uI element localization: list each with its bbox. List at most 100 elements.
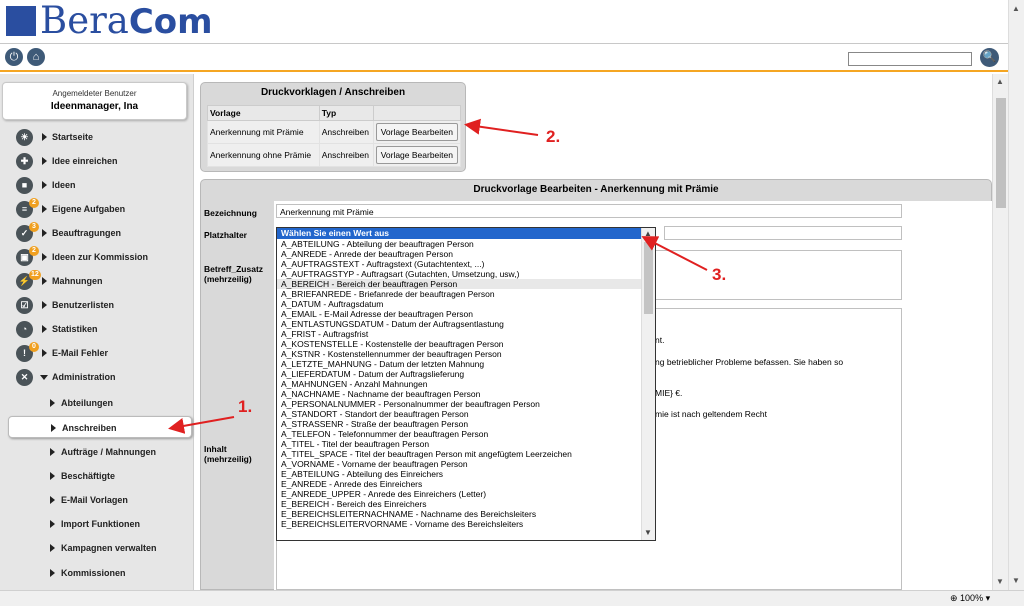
list-icon: ☑ bbox=[16, 297, 33, 314]
chevron-right-icon bbox=[42, 277, 47, 285]
dropdown-option[interactable]: E_BEREICHSLEITERVORNAME - Vorname des Be… bbox=[277, 519, 642, 529]
template-type: Anschreiben bbox=[318, 120, 374, 144]
sidebar-item-eigene-aufgaben[interactable]: ≡ 2 Eigene Aufgaben bbox=[0, 198, 194, 220]
toolbar: ⏻ ⌂ 🔍 bbox=[0, 44, 1008, 72]
placeholder-dropdown[interactable]: Wählen Sie einen Wert aus A_ABTEILUNG - … bbox=[276, 227, 656, 541]
dropdown-option[interactable]: A_TELEFON - Telefonnummer der beauftrage… bbox=[277, 429, 642, 439]
dropdown-option[interactable]: A_ENTLASTUNGSDATUM - Datum der Auftragse… bbox=[277, 319, 642, 329]
chevron-right-icon bbox=[42, 349, 47, 357]
sidebar-item-startseite[interactable]: ☀ Startseite bbox=[0, 126, 194, 148]
sidebar-item-label: Eigene Aufgaben bbox=[52, 204, 126, 214]
inhalt-label-line2: (mehrzeilig) bbox=[204, 454, 252, 464]
user-label: Angemeldeter Benutzer bbox=[52, 89, 137, 98]
dropdown-option[interactable]: E_ANREDE_UPPER - Anrede des Einreichers … bbox=[277, 489, 642, 499]
dropdown-option[interactable]: A_DATUM - Auftragsdatum bbox=[277, 299, 642, 309]
sidebar-item-email-fehler[interactable]: ! 0 E-Mail Fehler bbox=[0, 342, 194, 364]
scrollbar-thumb[interactable] bbox=[996, 98, 1006, 208]
sidebar-item-label: Import Funktionen bbox=[61, 519, 140, 529]
dropdown-option-list: A_ABTEILUNG - Abteilung der beauftragen … bbox=[277, 239, 655, 529]
logo: BeraCom bbox=[40, 1, 213, 43]
idea-icon: ✚ bbox=[16, 153, 33, 170]
search-input[interactable] bbox=[848, 52, 972, 66]
dropdown-option[interactable]: E_ANREDE - Anrede des Einreichers bbox=[277, 479, 642, 489]
sidebar-item-beauftragungen[interactable]: ✓ 3 Beauftragungen bbox=[0, 222, 194, 244]
chevron-down-icon[interactable]: ▼ bbox=[644, 528, 652, 537]
idea-icon: ☀ bbox=[16, 129, 33, 146]
dropdown-option[interactable]: A_TITEL - Titel der beauftragen Person bbox=[277, 439, 642, 449]
zoom-indicator[interactable]: ⊕ 100% ▾ bbox=[950, 593, 990, 604]
platzhalter-label: Platzhalter bbox=[204, 230, 247, 240]
dropdown-option[interactable]: E_BEREICH - Bereich des Einreichers bbox=[277, 499, 642, 509]
sidebar-subitem-email-vorlagen[interactable]: E-Mail Vorlagen bbox=[0, 489, 194, 511]
user-name: Ideenmanager, Ina bbox=[50, 101, 139, 112]
dropdown-option[interactable]: A_TITEL_SPACE - Titel der beauftragen Pe… bbox=[277, 449, 642, 459]
dropdown-option[interactable]: E_ABTEILUNG - Abteilung des Einreichers bbox=[277, 469, 642, 479]
dropdown-option[interactable]: A_PERSONALNUMMER - Personalnummer der be… bbox=[277, 399, 642, 409]
dropdown-option[interactable]: A_LETZTE_MAHNUNG - Datum der letzten Mah… bbox=[277, 359, 642, 369]
chevron-up-icon[interactable]: ▲ bbox=[644, 229, 652, 238]
dropdown-option[interactable]: A_MAHNUNGEN - Anzahl Mahnungen bbox=[277, 379, 642, 389]
bezeichnung-field[interactable]: Anerkennung mit Prämie bbox=[276, 204, 902, 218]
clock-icon: ◔ bbox=[16, 321, 33, 338]
dropdown-option[interactable]: A_ANREDE - Anrede der beauftragen Person bbox=[277, 249, 642, 259]
chevron-down-icon[interactable]: ▼ bbox=[996, 577, 1004, 586]
dropdown-option[interactable]: A_KOSTENSTELLE - Kostenstelle der beauft… bbox=[277, 339, 642, 349]
dropdown-option[interactable]: A_KSTNR - Kostenstellennummer der beauft… bbox=[277, 349, 642, 359]
scrollbar-thumb[interactable] bbox=[644, 242, 653, 314]
annotation-label-1: 1. bbox=[238, 397, 253, 416]
sidebar-subitem-kommissionen[interactable]: Kommissionen bbox=[0, 562, 194, 584]
count-badge: 3 bbox=[29, 222, 39, 232]
edit-template-button[interactable]: Vorlage Bearbeiten bbox=[375, 123, 458, 141]
sidebar-item-mahnungen[interactable]: ⚡ 12 Mahnungen bbox=[0, 270, 194, 292]
chevron-down-icon[interactable]: ▼ bbox=[1012, 576, 1020, 585]
dropdown-option[interactable]: A_STRASSENR - Straße der beauftragen Per… bbox=[277, 419, 642, 429]
chevron-right-icon bbox=[51, 424, 56, 432]
dropdown-option-selected[interactable]: Wählen Sie einen Wert aus bbox=[277, 228, 642, 239]
sidebar-item-ideen[interactable]: ■ Ideen bbox=[0, 174, 194, 196]
user-box: Angemeldeter Benutzer Ideenmanager, Ina bbox=[2, 82, 187, 120]
dropdown-option[interactable]: A_LIEFERDATUM - Datum der Auftragsliefer… bbox=[277, 369, 642, 379]
sidebar-subitem-anschreiben[interactable]: Anschreiben bbox=[8, 416, 192, 438]
window-scrollbar[interactable]: ▲ ▼ bbox=[1008, 0, 1024, 590]
dropdown-option[interactable]: A_AUFTRAGSTEXT - Auftragstext (Gutachten… bbox=[277, 259, 642, 269]
sidebar-item-statistiken[interactable]: ◔ Statistiken bbox=[0, 318, 194, 340]
sidebar-subitem-kampagnen-verwalten[interactable]: Kampagnen verwalten bbox=[0, 537, 194, 559]
status-bar: ⊕ 100% ▾ bbox=[0, 590, 1024, 606]
panel-title: Druckvorklagen / Anschreiben bbox=[260, 87, 406, 98]
chevron-down-icon bbox=[40, 375, 48, 380]
dropdown-option[interactable]: A_BEREICH - Bereich der beauftragen Pers… bbox=[277, 279, 642, 289]
search-icon[interactable]: 🔍 bbox=[980, 48, 999, 67]
chevron-up-icon[interactable]: ▲ bbox=[1012, 4, 1020, 13]
logo-square bbox=[6, 6, 36, 36]
dropdown-option[interactable]: E_BEREICHSLEITERNACHNAME - Nachname des … bbox=[277, 509, 642, 519]
sidebar-item-benutzerlisten[interactable]: ☑ Benutzerlisten bbox=[0, 294, 194, 316]
placeholder-insert-field[interactable] bbox=[664, 226, 902, 240]
templates-table: Vorlage Typ Anerkennung mit Prämie Ansch… bbox=[207, 105, 462, 167]
page-scrollbar[interactable]: ▲ ▼ bbox=[992, 74, 1008, 590]
dropdown-scrollbar[interactable]: ▲ ▼ bbox=[641, 228, 655, 540]
dropdown-option[interactable]: A_BRIEFANREDE - Briefanrede der beauftra… bbox=[277, 289, 642, 299]
edit-template-button[interactable]: Vorlage Bearbeiten bbox=[375, 146, 458, 164]
dropdown-option[interactable]: A_ABTEILUNG - Abteilung der beauftragen … bbox=[277, 239, 642, 249]
table-header-row: Vorlage Typ bbox=[207, 105, 462, 121]
home-icon[interactable]: ⌂ bbox=[27, 48, 45, 66]
dropdown-option[interactable]: A_STANDORT - Standort der beauftragen Pe… bbox=[277, 409, 642, 419]
sidebar-item-label: Startseite bbox=[52, 132, 94, 142]
sidebar-subitem-beschaeftigte[interactable]: Beschäftigte bbox=[0, 465, 194, 487]
dropdown-option[interactable]: A_FRIST - Auftragsfrist bbox=[277, 329, 642, 339]
chevron-right-icon bbox=[50, 520, 55, 528]
dropdown-option[interactable]: A_NACHNAME - Nachname der beauftragen Pe… bbox=[277, 389, 642, 399]
dropdown-option[interactable]: A_EMAIL - E-Mail Adresse der beauftragen… bbox=[277, 309, 642, 319]
sidebar-subitem-abteilungen[interactable]: Abteilungen bbox=[0, 392, 194, 414]
sidebar-item-idee-einreichen[interactable]: ✚ Idee einreichen bbox=[0, 150, 194, 172]
sidebar-subitem-auftraege-mahnungen[interactable]: Aufträge / Mahnungen bbox=[0, 441, 194, 463]
dropdown-option[interactable]: A_AUFTRAGSTYP - Auftragsart (Gutachten, … bbox=[277, 269, 642, 279]
chevron-right-icon bbox=[50, 399, 55, 407]
sidebar-item-label: Benutzerlisten bbox=[52, 300, 115, 310]
dropdown-option[interactable]: A_VORNAME - Vorname der beauftragen Pers… bbox=[277, 459, 642, 469]
power-icon[interactable]: ⏻ bbox=[5, 48, 23, 66]
sidebar-subitem-import-funktionen[interactable]: Import Funktionen bbox=[0, 513, 194, 535]
sidebar-item-ideen-zur-kommission[interactable]: ▣ 2 Ideen zur Kommission bbox=[0, 246, 194, 268]
chevron-up-icon[interactable]: ▲ bbox=[996, 77, 1004, 86]
sidebar-item-administration[interactable]: ✕ Administration bbox=[0, 366, 194, 388]
